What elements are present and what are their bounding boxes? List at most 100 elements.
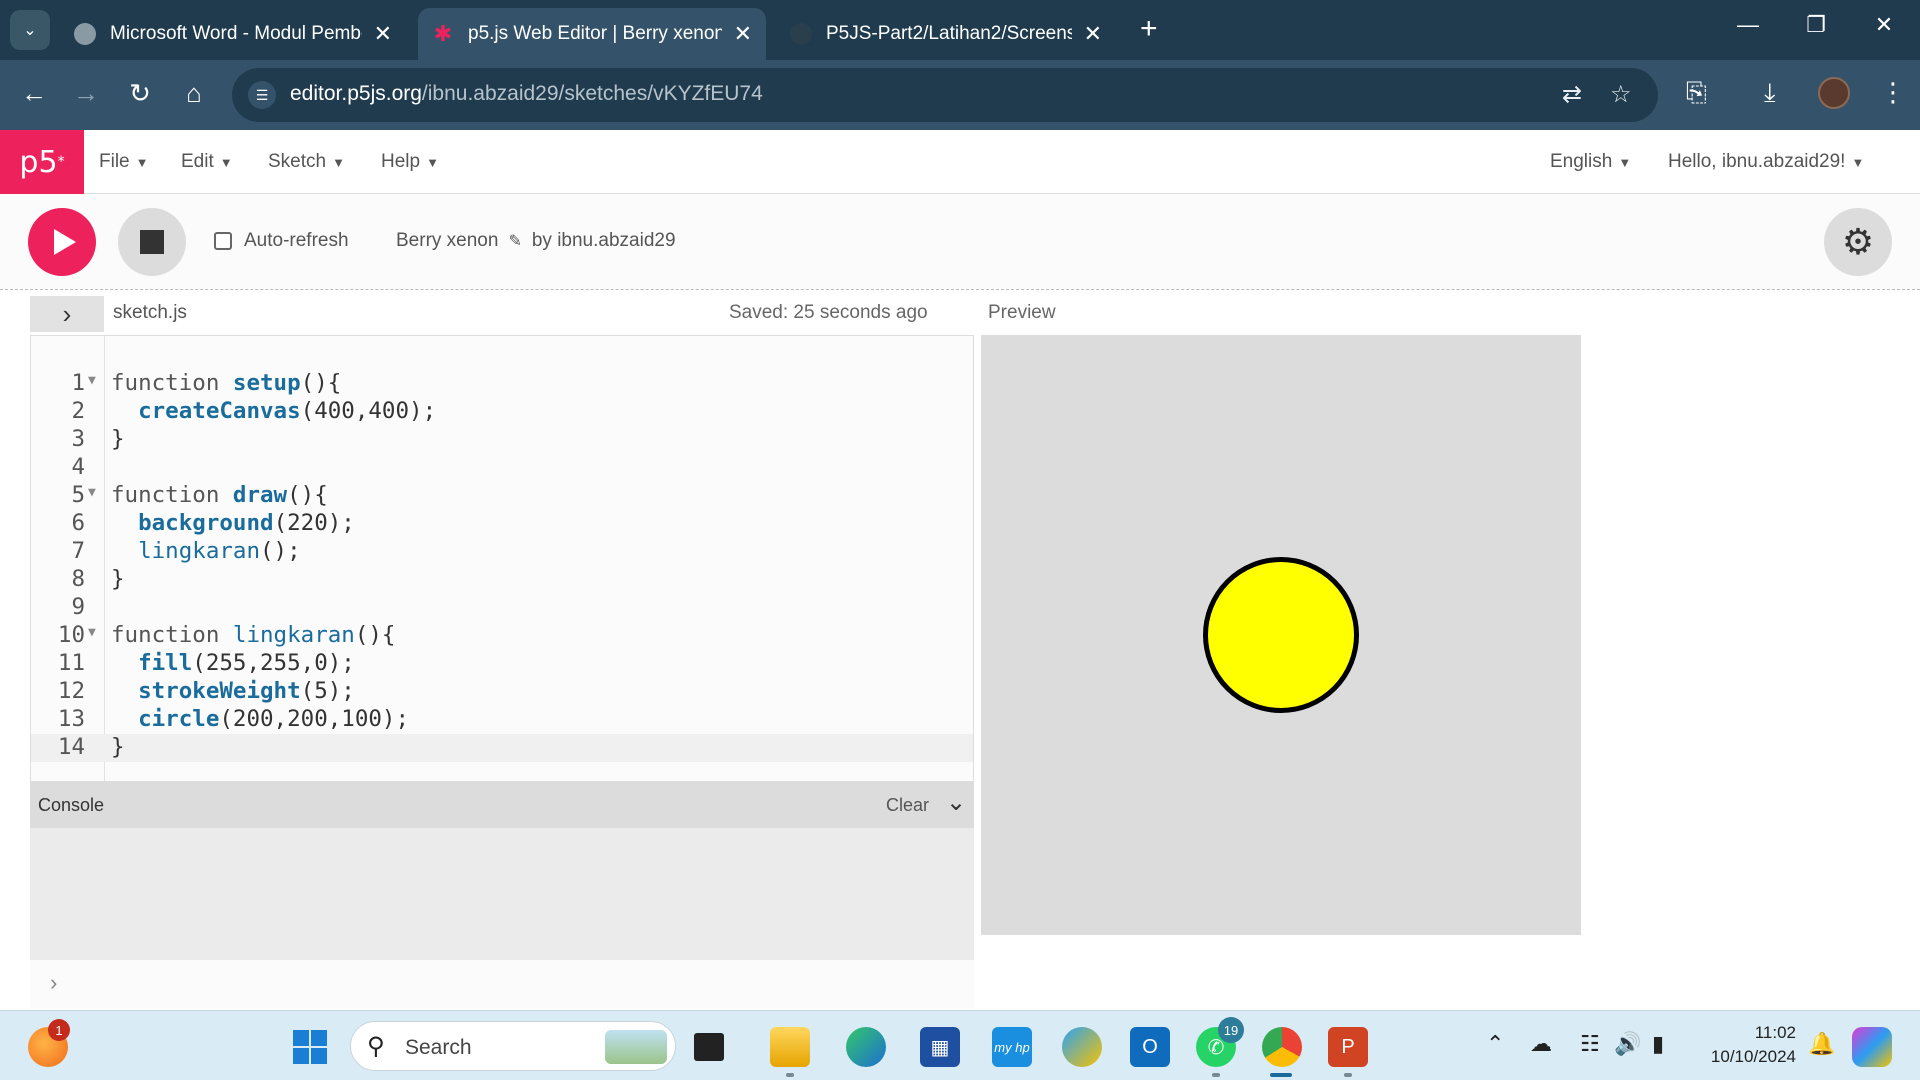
microsoft-store-icon[interactable]: ▦ [920,1027,960,1067]
myhp-icon[interactable]: my hp [992,1027,1032,1067]
sketch-author[interactable]: by ibnu.abzaid29 [532,230,676,252]
caret-down-icon: ▼ [426,155,439,170]
notification-bell-icon[interactable]: 🔔 [1808,1031,1835,1057]
code-line[interactable]: 11 fill(255,255,0); [31,650,973,678]
code-line[interactable]: 6 background(220); [31,510,973,538]
code-text: function lingkaran(){ [111,622,395,648]
windows-start-icon[interactable] [290,1027,330,1067]
battery-icon[interactable]: ▮ [1652,1031,1664,1057]
code-line[interactable]: 12 strokeWeight(5); [31,678,973,706]
fold-arrow-icon[interactable]: ▼ [88,625,96,640]
code-line[interactable]: 8} [31,566,973,594]
code-line[interactable]: 14} [31,734,973,762]
onedrive-icon[interactable]: ☁ [1530,1031,1552,1057]
line-number: 13 [57,706,85,732]
pencil-icon[interactable]: ✎ [508,231,521,251]
menu-file[interactable]: File ▼ [99,151,149,173]
wifi-icon[interactable]: ☷ [1580,1031,1600,1057]
fold-arrow-icon[interactable]: ▼ [88,485,96,500]
download-icon[interactable]: ⤓ [1764,77,1776,109]
tab-github[interactable]: P5JS-Part2/Latihan2/Screenshot ✕ [776,8,1116,60]
code-line[interactable]: 7 lingkaran(); [31,538,973,566]
code-line[interactable]: 3} [31,426,973,454]
extensions-icon[interactable]: ⎘ [1686,77,1707,109]
address-bar[interactable]: ☰ editor.p5js.org/ibnu.abzaid29/sketches… [232,68,1658,122]
powerpoint-icon[interactable]: P [1328,1027,1368,1067]
console-input[interactable]: › [30,960,974,1008]
close-window-button[interactable]: ✕ [1864,12,1904,38]
tab-word[interactable]: Microsoft Word - Modul Pembe ✕ [60,8,406,60]
p5-logo[interactable]: p5 * [0,130,84,194]
forward-icon[interactable]: → [68,78,104,109]
close-icon[interactable]: ✕ [1084,21,1102,47]
auto-refresh-checkbox[interactable] [214,232,232,250]
system-clock[interactable]: 11:02 10/10/2024 [1700,1021,1796,1069]
tab-p5-editor[interactable]: ✱ p5.js Web Editor | Berry xenon ✕ [418,8,766,60]
fold-arrow-icon[interactable]: ▼ [88,373,96,388]
code-line[interactable]: 9 [31,594,973,622]
restore-button[interactable]: ❐ [1796,12,1836,38]
caret-down-icon: ▼ [219,155,233,170]
saved-status: Saved: 25 seconds ago [729,302,928,323]
code-line[interactable]: 4 [31,454,973,482]
auto-refresh-label: Auto-refresh [244,230,349,251]
code-line[interactable]: 5 ▼ function draw(){ [31,482,973,510]
taskbar-search[interactable]: ⚲ Search [350,1021,676,1071]
show-hidden-icons[interactable]: ⌃ [1486,1031,1504,1057]
sketch-name[interactable]: Berry xenon [396,230,498,252]
code-text: createCanvas(400,400); [111,398,436,424]
reload-icon[interactable]: ↻ [122,78,158,109]
code-line[interactable]: 1 ▼ function setup(){ [31,370,973,398]
volume-icon[interactable]: 🔊 [1614,1031,1641,1057]
code-line[interactable]: 10 ▼ function lingkaran(){ [31,622,973,650]
code-text: function setup(){ [111,370,341,396]
menu-sketch[interactable]: Sketch ▼ [268,151,345,173]
code-token: } [111,566,125,592]
chrome-icon[interactable] [1262,1027,1302,1067]
code-token: (255,255,0); [192,650,355,676]
translate-icon[interactable]: ⇄ [1562,80,1582,109]
stop-button[interactable] [118,208,186,276]
play-button[interactable] [28,208,96,276]
url-text[interactable]: editor.p5js.org/ibnu.abzaid29/sketches/v… [290,82,763,106]
preview-canvas[interactable] [981,335,1581,935]
close-icon[interactable]: ✕ [374,21,392,47]
code-line[interactable]: 13 circle(200,200,100); [31,706,973,734]
copilot-pre-icon[interactable] [1852,1027,1892,1067]
code-editor[interactable]: 1 ▼ function setup(){2 createCanvas(400,40… [30,335,974,782]
console-clear-button[interactable]: Clear [886,795,929,816]
line-number: 3 [71,426,85,452]
chevron-down-icon: ⌄ [23,22,37,39]
settings-button[interactable]: ⚙ [1824,208,1892,276]
outlook-icon[interactable]: O [1130,1027,1170,1067]
sidebar-toggle-button[interactable]: › [30,296,104,332]
home-icon[interactable]: ⌂ [176,78,212,109]
language-menu[interactable]: English ▼ [1550,151,1631,173]
menu-help[interactable]: Help ▼ [381,151,439,173]
new-tab-button[interactable]: + [1140,12,1158,46]
copilot-icon[interactable] [1062,1027,1102,1067]
file-explorer-icon[interactable] [770,1027,810,1067]
minimize-button[interactable]: — [1728,12,1768,38]
profile-avatar[interactable] [1818,77,1850,109]
close-icon[interactable]: ✕ [734,21,752,47]
auto-refresh-toggle[interactable]: Auto-refresh [214,230,349,252]
back-icon[interactable]: ← [16,78,52,109]
more-menu-icon[interactable]: ⋮ [1880,77,1906,108]
menu-edit[interactable]: Edit ▼ [181,151,233,173]
code-token: (200,200,100); [219,706,410,732]
site-info-icon[interactable]: ☰ [248,81,276,109]
edge-icon[interactable] [846,1027,886,1067]
task-view-icon[interactable] [694,1033,724,1061]
github-icon [790,23,812,45]
caret-down-icon: ▼ [1851,155,1865,170]
code-line[interactable]: 2 createCanvas(400,400); [31,398,973,426]
chevron-down-icon[interactable]: ⌄ [946,788,966,817]
bookmark-star-icon[interactable]: ☆ [1610,80,1632,109]
user-menu[interactable]: Hello, ibnu.abzaid29! ▼ [1668,151,1864,173]
line-number: 11 [57,650,85,676]
caret-down-icon: ▼ [332,155,345,170]
tab-search-button[interactable]: ⌄ [10,10,50,50]
code-token: lingkaran [138,538,261,564]
